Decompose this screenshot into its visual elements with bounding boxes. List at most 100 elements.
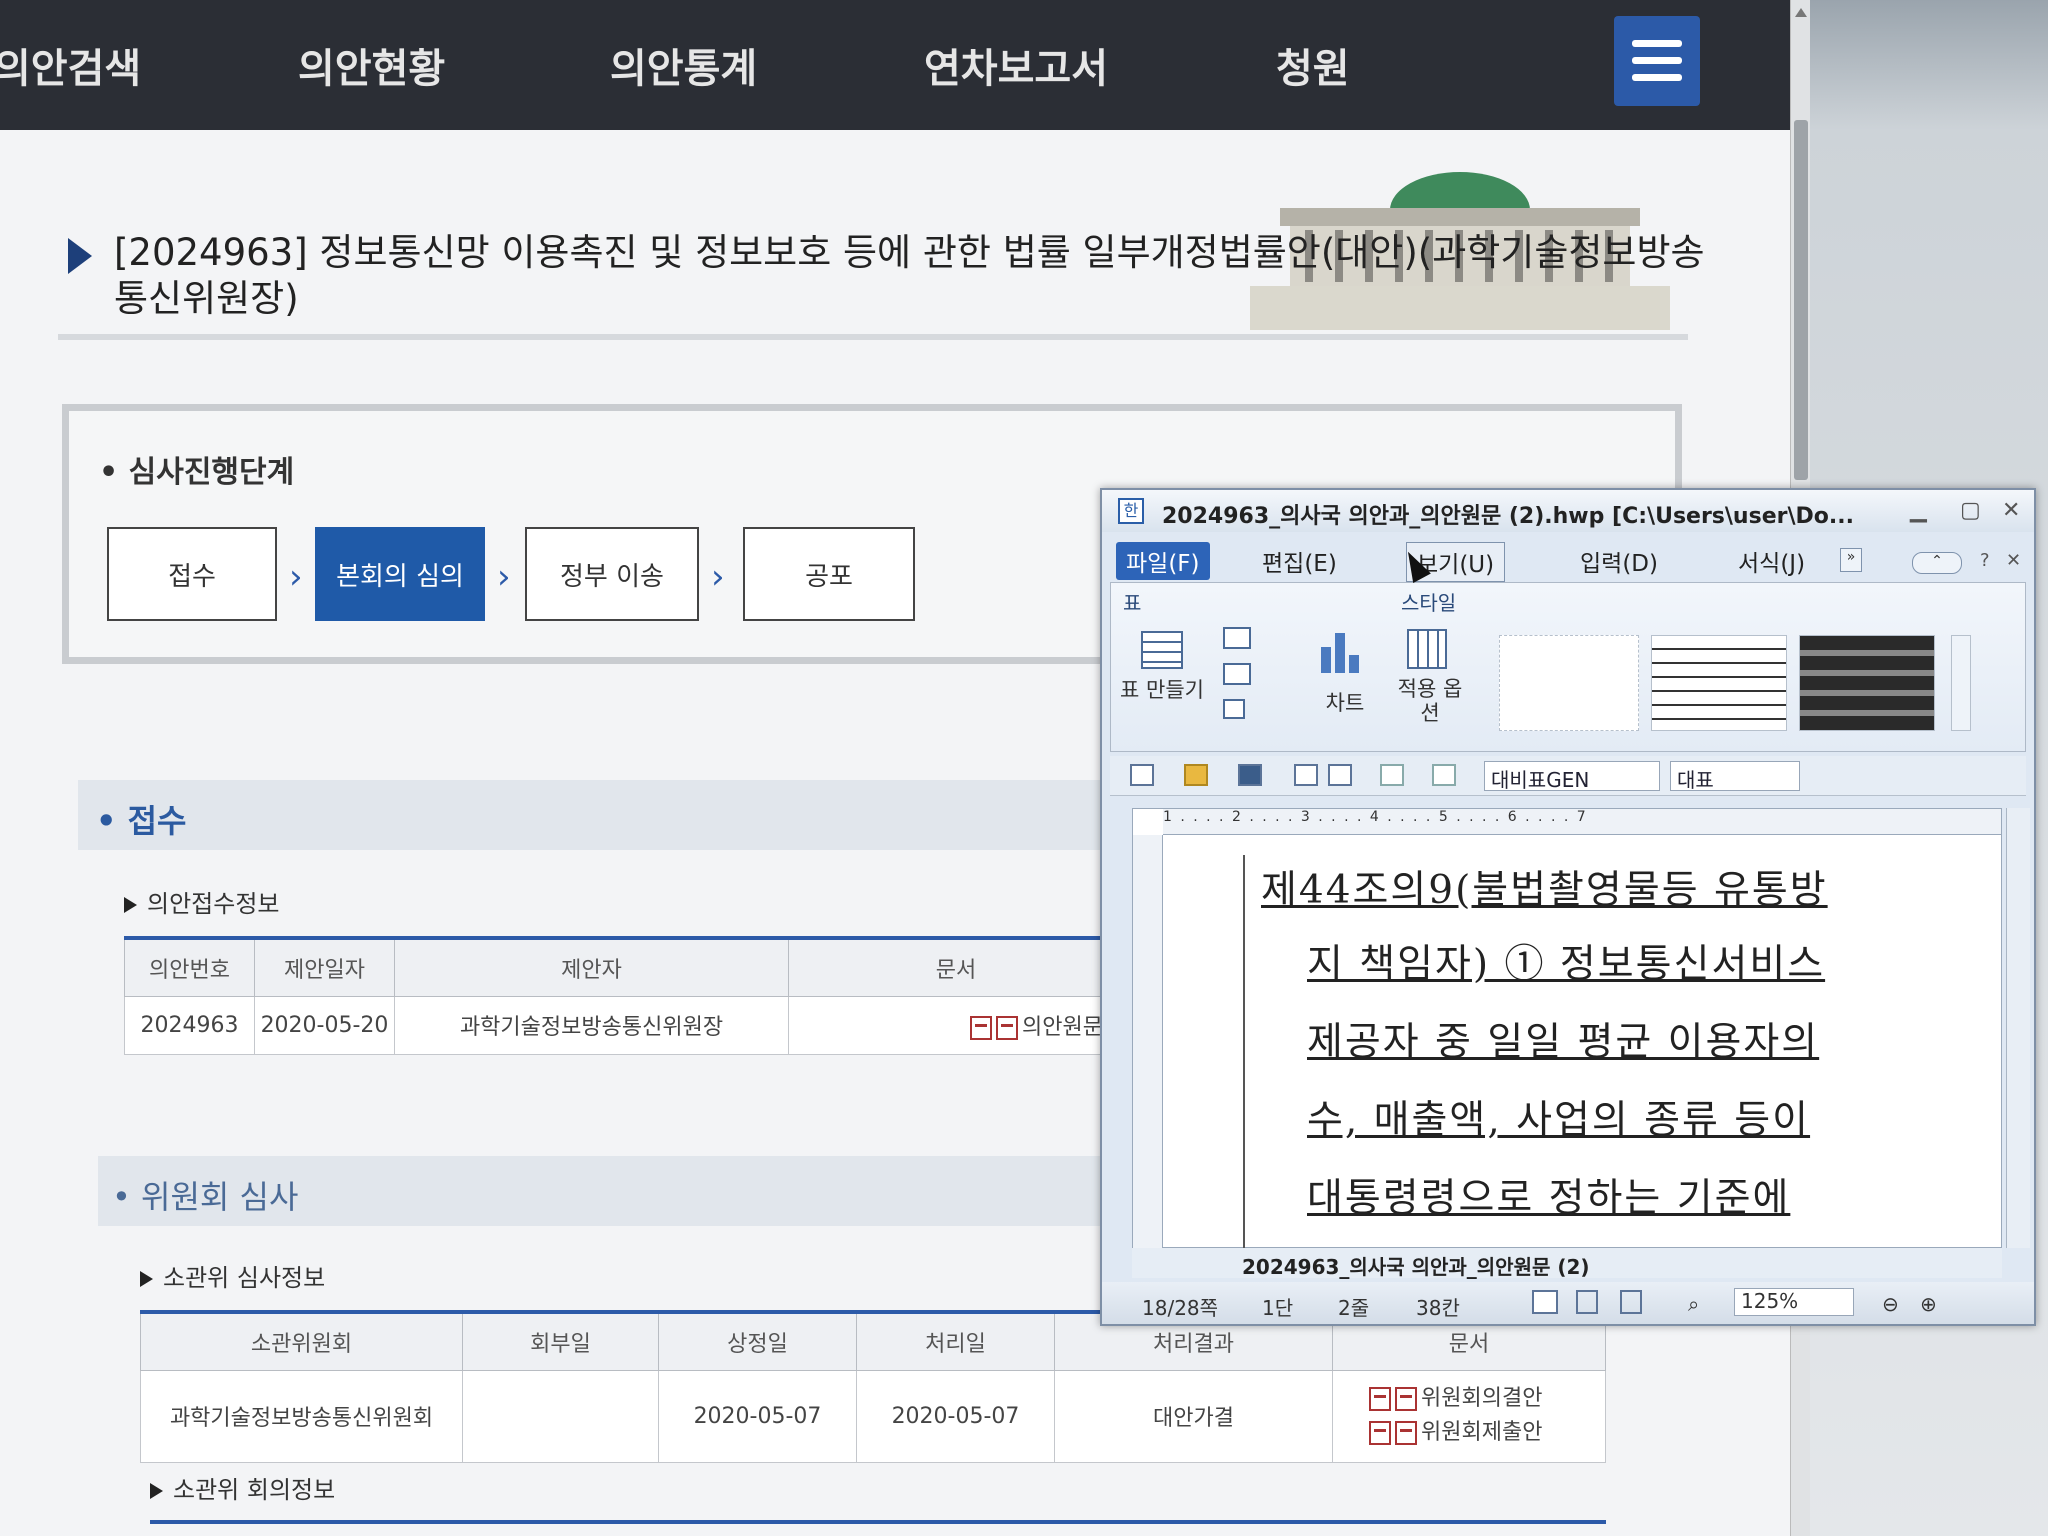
committee-submission-link[interactable]: 위원회제출안 [1421,1420,1542,1445]
hwp-window-title: 2024963_의사국 의안과_의안원문 (2).hwp [C:\Users\u… [1162,504,1854,529]
ribbon-collapse-icon[interactable]: ⌃ [1912,552,1962,574]
committee-section-heading: • 위원회 심사 [112,1178,299,1216]
nav-bill-status[interactable]: 의안현황 [298,36,445,94]
stage-heading: • 심사진행단계 [99,455,295,490]
apply-option-icon[interactable] [1407,629,1447,669]
zoom-in-icon[interactable]: ⊕ [1920,1292,1937,1316]
hwp-file-icon[interactable] [1369,1387,1391,1411]
undo-icon[interactable] [1380,764,1404,786]
hwp-editor-window: 한 2024963_의사국 의안과_의안원문 (2).hwp [C:\Users… [1100,488,2036,1326]
zoom-combo[interactable]: 125% [1734,1288,1854,1316]
menu-bar-icon [1632,74,1682,81]
apply-option-button[interactable]: 적용 옵션 [1395,677,1465,725]
table-style-grid[interactable] [1651,635,1787,731]
view-page-icon[interactable] [1576,1290,1598,1314]
doc-line-5[interactable]: 대통령령으로 정하는 기준에 [1307,1167,1790,1223]
hwp-file-icon[interactable] [970,1016,993,1040]
col-proposer: 제안자 [394,937,789,997]
triangle-icon [140,1271,153,1287]
view-outline-icon[interactable] [1620,1290,1642,1314]
cell-docs: 위원회의결안 위원회제출안 [1332,1369,1606,1463]
menu-insert[interactable]: 입력(D) [1570,542,1668,580]
cell-result: 대안가결 [1054,1369,1333,1463]
chevron-right-icon: › [289,557,303,597]
committee-resolution-link[interactable]: 위원회의결안 [1421,1386,1542,1411]
stage-step-promulgation[interactable]: 공포 [743,527,915,621]
menu-more-icon[interactable]: » [1840,548,1862,572]
scroll-thumb[interactable] [1794,120,1808,480]
status-page: 18/28쪽 [1142,1296,1219,1320]
receipt-section-heading: • 접수 [96,802,187,840]
view-normal-icon[interactable] [1532,1290,1558,1314]
pdf-file-icon[interactable] [1395,1387,1417,1411]
top-navigation: 의안검색 의안현황 의안통계 연차보고서 청원 [0,0,1790,130]
hwp-statusbar: 18/28쪽 1단 2줄 38칸 ⌕ 125% ⊖ ⊕ [1102,1282,2034,1324]
doc-line-3[interactable]: 제공자 중 일일 평균 이용자의 [1307,1011,1819,1067]
hwp-file-icon[interactable] [1369,1421,1391,1445]
redo-icon[interactable] [1432,764,1456,786]
menu-edit[interactable]: 편집(E) [1252,542,1347,580]
save-icon[interactable] [1238,764,1262,786]
pdf-file-icon[interactable] [1395,1421,1417,1445]
zoom-out-icon[interactable]: ⊖ [1882,1292,1899,1316]
bill-text-link[interactable]: 의안원문 [1022,1015,1103,1040]
cell-referral [462,1369,659,1463]
document-tab-bar: 2024963_의사국 의안과_의안원문 (2) [1132,1248,2002,1280]
table-grid-icon[interactable] [1141,631,1183,669]
nav-annual-report[interactable]: 연차보고서 [924,36,1108,94]
style-scroll[interactable] [1951,635,1971,731]
table-style-dotted[interactable] [1499,635,1639,731]
preview-icon[interactable] [1328,764,1352,786]
chart-button[interactable]: 차트 [1315,687,1375,717]
hwp-quick-toolbar: 대비표GEN 대표 [1110,756,2026,796]
stage-step-receipt[interactable]: 접수 [107,527,277,621]
table-row: 과학기술정보방송통신위원회 2020-05-07 2020-05-07 대안가결… [140,1369,1606,1463]
menu-file[interactable]: 파일(F) [1116,542,1210,580]
cell-proposer: 과학기술정보방송통신위원장 [394,995,789,1055]
table-edit-icon[interactable] [1223,627,1251,649]
document-scrollbar[interactable] [2006,808,2030,1248]
document-tab[interactable]: 2024963_의사국 의안과_의안원문 (2) [1242,1251,1590,1280]
hwp-titlebar[interactable]: 한 2024963_의사국 의안과_의안원문 (2).hwp [C:\Users… [1102,490,2034,532]
style-combo[interactable]: 대비표GEN [1484,761,1660,792]
hwp-ribbon: 표 스타일 표 만들기 차트 적용 옵션 [1110,582,2026,752]
font-combo[interactable]: 대표 [1670,761,1800,792]
cell-bill-no: 2024963 [124,995,255,1055]
nav-bill-search[interactable]: 의안검색 [0,36,141,94]
minimize-icon[interactable]: ▁ [1910,498,1927,523]
committee-table: 소관위원회 회부일 상정일 처리일 처리결과 문서 과학기술정보방송통신위원회 … [140,1310,1606,1463]
menu-format[interactable]: 서식(J) [1728,542,1815,580]
page-margin-line [1243,855,1245,1249]
col-processed: 처리일 [856,1311,1055,1371]
make-table-button[interactable]: 표 만들기 [1119,677,1205,703]
new-file-icon[interactable] [1130,764,1154,786]
cell-doc: 의안원문 [788,995,1124,1055]
table-style-dark[interactable] [1799,635,1935,731]
doc-line-2[interactable]: 지 책임자) ① 정보통신서비스 [1307,933,1825,989]
cell-icon[interactable] [1223,699,1245,719]
ribbon-close-icon[interactable]: ✕ [2006,550,2021,571]
chart-icon[interactable] [1321,633,1365,673]
group-table-label: 표 [1123,591,1142,615]
close-icon[interactable]: ✕ [2002,498,2020,523]
status-section: 1단 [1262,1296,1294,1320]
pdf-file-icon[interactable] [996,1016,1019,1040]
maximize-icon[interactable]: ▢ [1960,498,1981,523]
nav-petition[interactable]: 청원 [1276,36,1350,94]
stage-step-transfer[interactable]: 정부 이송 [525,527,699,621]
doc-line-4[interactable]: 수, 매출액, 사업의 종류 등이 [1307,1089,1810,1145]
nav-bill-stats[interactable]: 의안통계 [610,36,757,94]
hwp-document-area[interactable]: 1 . . . . 2 . . . . 3 . . . . 4 . . . . … [1132,808,2002,1249]
stage-step-plenary[interactable]: 본회의 심의 [315,527,485,621]
col-referral: 회부일 [462,1311,659,1371]
zoom-search-icon[interactable]: ⌕ [1688,1292,1699,1316]
scroll-up-icon[interactable] [1795,8,1807,17]
eraser-icon[interactable] [1223,663,1251,685]
cell-presented: 2020-05-07 [658,1369,857,1463]
open-folder-icon[interactable] [1184,764,1208,786]
print-icon[interactable] [1294,764,1318,786]
help-icon[interactable]: ? [1980,550,1990,571]
doc-line-1[interactable]: 제44조의9(불법촬영물등 유통방 [1261,859,1828,915]
receipt-subheading: 의안접수정보 [124,884,279,919]
hamburger-menu-button[interactable] [1614,16,1700,106]
